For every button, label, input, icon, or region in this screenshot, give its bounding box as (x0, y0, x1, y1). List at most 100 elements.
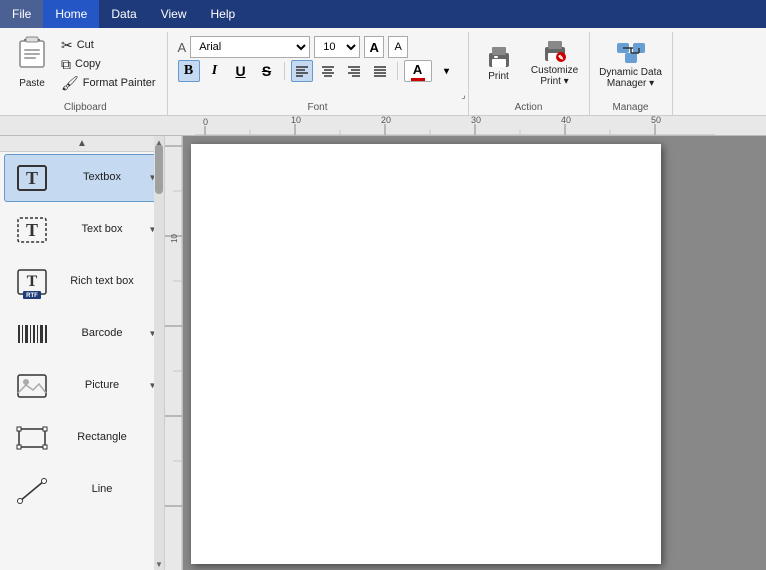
svg-text:40: 40 (561, 116, 571, 125)
format-painter-icon: 🖌 (61, 75, 79, 92)
manage-label: Manage (596, 100, 666, 115)
svg-text:✎: ✎ (558, 54, 564, 62)
customize-print-label: CustomizePrint ▾ (531, 65, 578, 87)
sidebar-scrollbar[interactable]: ▲ ▼ (154, 136, 164, 570)
format-painter-label: Format Painter (83, 77, 156, 89)
tool-item-rich-text-box[interactable]: T RTF Rich text box (4, 258, 160, 306)
bold-button[interactable]: B (178, 60, 200, 82)
clipboard-label: Clipboard (10, 100, 161, 115)
font-grow-button[interactable]: A (364, 36, 384, 58)
font-group-label: Font (174, 100, 462, 115)
svg-text:50: 50 (651, 116, 661, 125)
cut-icon: ✂ (61, 37, 73, 54)
barcode-label: Barcode (53, 327, 151, 340)
font-icon: A (178, 40, 187, 55)
rich-text-box-label: Rich text box (53, 275, 151, 288)
underline-button[interactable]: U (230, 60, 252, 82)
customize-print-icon: ✎ (541, 37, 569, 65)
scroll-down-btn[interactable]: ▼ (154, 558, 164, 570)
action-group: Print ✎ CustomizePrint ▾ Action (469, 32, 590, 115)
dynamic-data-label: Dynamic DataManager ▾ (599, 67, 662, 89)
copy-button[interactable]: ⧉ Copy (56, 55, 161, 73)
textbox2-icon: T (13, 211, 51, 249)
print-label: Print (488, 71, 509, 82)
svg-text:10: 10 (170, 234, 179, 243)
picture-icon (13, 367, 51, 405)
font-group: A Arial Times New Roman Calibri 10 8 12 … (168, 32, 469, 115)
dynamic-data-button[interactable]: Dynamic DataManager ▾ (596, 34, 666, 90)
page (191, 144, 661, 564)
action-group-label: Action (475, 100, 583, 115)
font-expand-icon[interactable]: ⌟ (461, 90, 465, 101)
canvas-area (183, 136, 766, 570)
scroll-up-arrow[interactable]: ▲ (0, 136, 164, 152)
svg-text:0: 0 (203, 117, 208, 127)
font-controls: A Arial Times New Roman Calibri 10 8 12 … (174, 34, 462, 84)
menu-file[interactable]: File (0, 0, 43, 28)
line-icon (13, 471, 51, 509)
textbox-label: Textbox (53, 171, 151, 184)
paste-icon (16, 35, 48, 76)
svg-text:RTF: RTF (26, 293, 38, 299)
clipboard-group: Paste ✂ Cut ⧉ Copy 🖌 Format Painter Clip… (4, 32, 168, 115)
tool-item-rectangle[interactable]: Rectangle (4, 414, 160, 462)
dynamic-data-content: Dynamic DataManager ▾ (596, 34, 666, 100)
divider2 (397, 62, 398, 80)
menu-view[interactable]: View (149, 0, 199, 28)
svg-text:10: 10 (291, 116, 301, 125)
align-center-button[interactable] (317, 60, 339, 82)
font-content: A Arial Times New Roman Calibri 10 8 12 … (174, 34, 462, 100)
font-color-button[interactable]: A (404, 60, 432, 82)
align-left-button[interactable] (291, 60, 313, 82)
svg-text:20: 20 (381, 116, 391, 125)
copy-icon: ⧉ (61, 56, 71, 73)
menu-bar: File Home Data View Help (0, 0, 766, 28)
paste-label: Paste (19, 78, 45, 89)
font-size-select[interactable]: 10 8 12 14 (314, 36, 360, 58)
ribbon: Paste ✂ Cut ⧉ Copy 🖌 Format Painter Clip… (0, 28, 766, 116)
cut-label: Cut (77, 39, 94, 51)
line-label: Line (53, 483, 151, 496)
align-right-button[interactable] (343, 60, 365, 82)
font-select[interactable]: Arial Times New Roman Calibri (190, 36, 310, 58)
format-painter-button[interactable]: 🖌 Format Painter (56, 74, 161, 92)
strikethrough-button[interactable]: S (256, 60, 278, 82)
print-button[interactable]: Print (475, 34, 523, 90)
menu-data[interactable]: Data (99, 0, 148, 28)
tool-item-textbox2[interactable]: T Text box ▾ (4, 206, 160, 254)
font-color-inner: A (411, 62, 425, 81)
print-icon (485, 43, 513, 71)
customize-print-button[interactable]: ✎ CustomizePrint ▾ (527, 34, 583, 90)
rtf-icon-container: T RTF (15, 265, 49, 299)
textbox2-label: Text box (53, 223, 151, 236)
scrollbar-thumb[interactable] (155, 144, 163, 194)
tool-item-barcode[interactable]: Barcode ▾ (4, 310, 160, 358)
dynamic-data-group: Dynamic DataManager ▾ Manage (590, 32, 673, 115)
font-row-1: A Arial Times New Roman Calibri 10 8 12 … (178, 36, 458, 58)
tool-sidebar: ▲ T Textbox ▾ T Text box ▾ (0, 136, 165, 570)
tool-item-line[interactable]: Line (4, 466, 160, 514)
font-color-icon: A (413, 62, 422, 77)
italic-button[interactable]: I (204, 60, 226, 82)
canvas-container: 10 (165, 136, 766, 570)
paste-button[interactable]: Paste (10, 34, 54, 90)
svg-text:T: T (26, 168, 38, 188)
menu-help[interactable]: Help (199, 0, 248, 28)
tool-item-textbox[interactable]: T Textbox ▾ (4, 154, 160, 202)
picture-label: Picture (53, 379, 151, 392)
scroll-up-btn[interactable]: ▲ (154, 136, 164, 148)
color-dropdown-button[interactable]: ▾ (436, 60, 458, 82)
font-shrink-button[interactable]: A (388, 36, 408, 58)
ruler-svg: // marks at 0,10,20,30,40,50 spaced ~90p… (195, 116, 715, 136)
align-justify-button[interactable] (369, 60, 391, 82)
font-color-bar (411, 78, 425, 81)
barcode-icon (13, 315, 51, 353)
rectangle-label: Rectangle (53, 431, 151, 444)
copy-label: Copy (75, 58, 101, 70)
ruler-top: // marks at 0,10,20,30,40,50 spaced ~90p… (0, 116, 766, 136)
rectangle-icon (13, 419, 51, 457)
tool-item-picture[interactable]: Picture ▾ (4, 362, 160, 410)
cut-button[interactable]: ✂ Cut (56, 36, 161, 54)
menu-home[interactable]: Home (43, 0, 99, 28)
font-row-2: B I U S (178, 60, 458, 82)
